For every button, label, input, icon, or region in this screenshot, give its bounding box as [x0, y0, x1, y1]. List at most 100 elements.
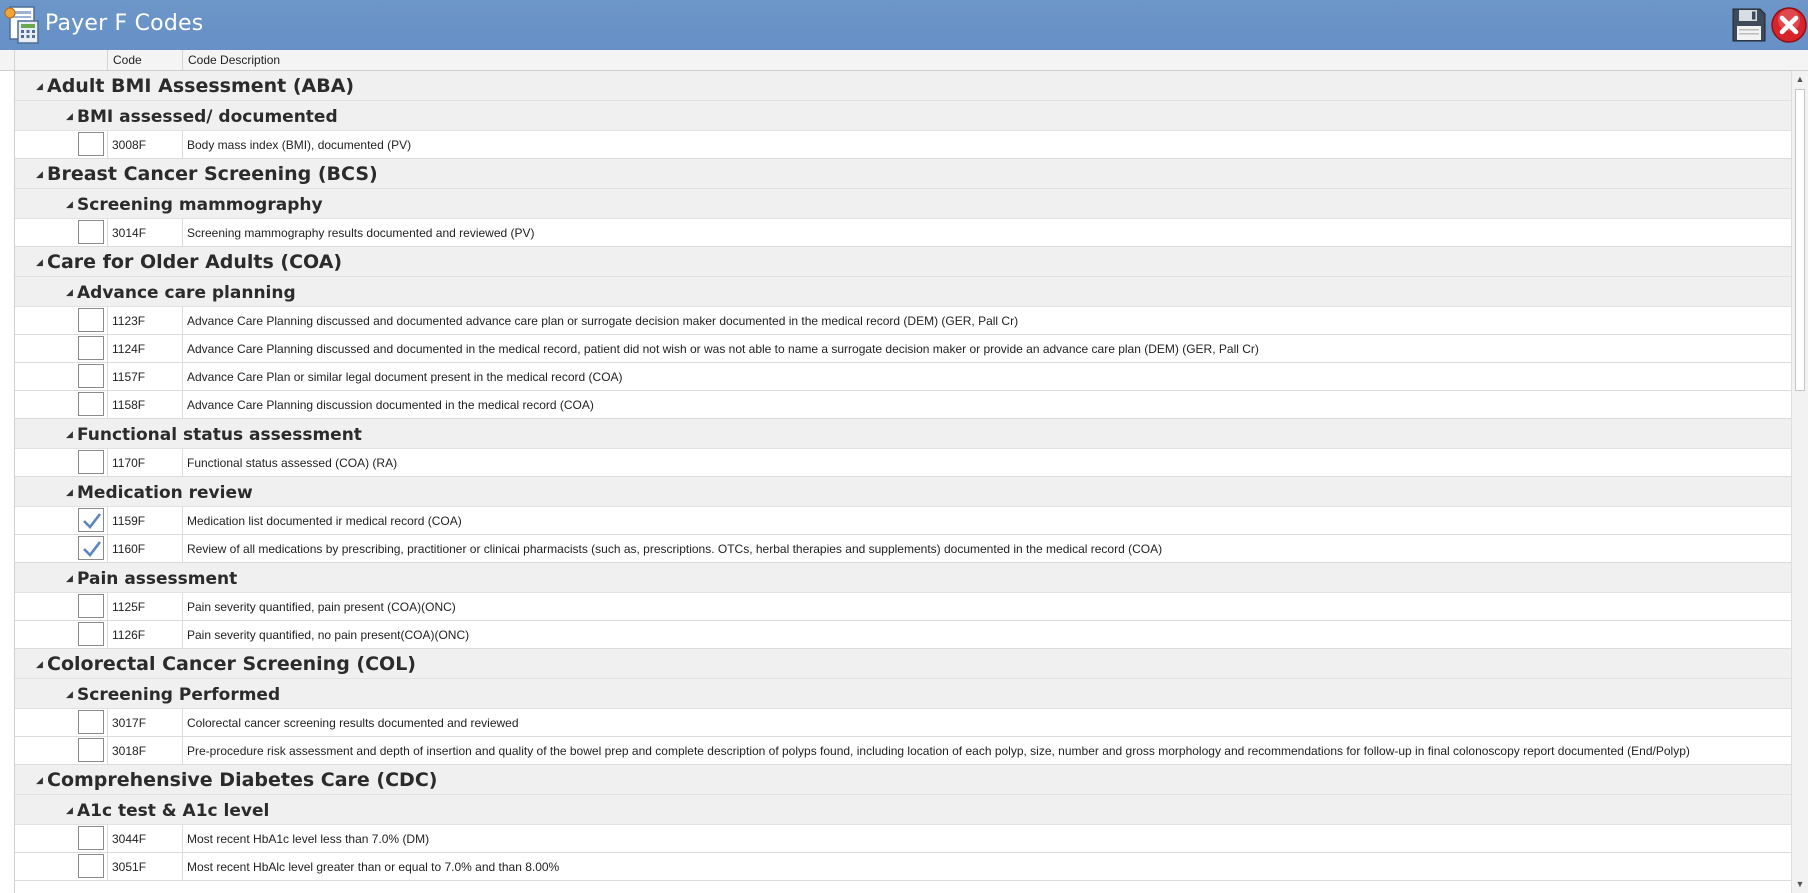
group-row[interactable]: ◢ Comprehensive Diabetes Care (CDC) [15, 765, 1791, 795]
grid-body: ◢ Adult BMI Assessment (ABA) ◢ BMI assessed… [0, 71, 1808, 893]
description-cell: Screening mammography results documented… [187, 226, 535, 240]
subgroup-label: Screening Performed [77, 685, 281, 705]
select-checkbox[interactable] [78, 536, 104, 560]
table-row[interactable]: 1159F Medication list documented ir medic… [15, 507, 1791, 535]
vertical-scrollbar[interactable]: ▲ ▼ [1791, 71, 1808, 893]
subgroup-label: Functional status assessment [77, 425, 362, 445]
code-cell: 1160F [108, 535, 183, 562]
group-label: Adult BMI Assessment (ABA) [47, 75, 355, 97]
subgroup-row[interactable]: ◢ Medication review [15, 477, 1791, 507]
collapse-triangle-icon[interactable]: ◢ [66, 429, 73, 440]
save-button[interactable] [1730, 6, 1768, 44]
checkbox-cell [77, 535, 108, 562]
select-checkbox[interactable] [78, 450, 104, 474]
subgroup-row[interactable]: ◢ A1c test & A1c level [15, 795, 1791, 825]
code-cell: 3044F [108, 825, 183, 852]
code-cell: 3051F [108, 853, 183, 880]
subgroup-row[interactable]: ◢ Functional status assessment [15, 419, 1791, 449]
table-row[interactable]: 1124F Advance Care Planning discussed and… [15, 335, 1791, 363]
description-cell: Advance Care Plan or similar legal docum… [187, 370, 623, 384]
subgroup-row[interactable]: ◢ Advance care planning [15, 277, 1791, 307]
select-checkbox[interactable] [78, 854, 104, 878]
table-row[interactable]: 3044F Most recent HbA1c level less than 7… [15, 825, 1791, 853]
checkbox-cell [77, 853, 108, 880]
checkbox-cell [77, 621, 108, 648]
collapse-triangle-icon[interactable]: ◢ [66, 487, 73, 498]
collapse-triangle-icon[interactable]: ◢ [66, 573, 73, 584]
collapse-triangle-icon[interactable]: ◢ [36, 169, 43, 180]
subgroup-row[interactable]: ◢ Pain assessment [15, 563, 1791, 593]
collapse-triangle-icon[interactable]: ◢ [66, 689, 73, 700]
header-code[interactable]: Code [108, 50, 183, 70]
checkbox-cell [77, 391, 108, 418]
table-row[interactable]: 1125F Pain severity quantified, pain pres… [15, 593, 1791, 621]
table-row[interactable]: 1170F Functional status assessed (COA) (R… [15, 449, 1791, 477]
select-checkbox[interactable] [78, 826, 104, 850]
select-checkbox[interactable] [78, 132, 104, 156]
checkbox-cell [77, 825, 108, 852]
code-cell: 3017F [108, 709, 183, 736]
code-cell: 1158F [108, 391, 183, 418]
select-checkbox[interactable] [78, 220, 104, 244]
code-cell: 3008F [108, 131, 183, 158]
collapse-triangle-icon[interactable]: ◢ [36, 81, 43, 92]
description-cell: Pain severity quantified, no pain presen… [187, 628, 470, 642]
description-cell: Most recent HbA1c level less than 7.0% (… [187, 832, 430, 846]
group-row[interactable]: ◢ Colorectal Cancer Screening (COL) [15, 649, 1791, 679]
table-row[interactable]: 3008F Body mass index (BMI), documented (… [15, 131, 1791, 159]
table-row[interactable]: 3017F Colorectal cancer screening results… [15, 709, 1791, 737]
table-row[interactable]: 1157F Advance Care Plan or similar legal … [15, 363, 1791, 391]
description-cell: Colorectal cancer screening results docu… [187, 716, 519, 730]
collapse-triangle-icon[interactable]: ◢ [36, 257, 43, 268]
scrollbar-thumb[interactable] [1795, 89, 1805, 391]
select-checkbox[interactable] [78, 710, 104, 734]
collapse-triangle-icon[interactable]: ◢ [66, 111, 73, 122]
scroll-up-arrow-icon[interactable]: ▲ [1792, 71, 1808, 87]
table-row[interactable]: 1158F Advance Care Planning discussion do… [15, 391, 1791, 419]
table-row[interactable]: 1123F Advance Care Planning discussed and… [15, 307, 1791, 335]
checkbox-cell [77, 737, 108, 764]
code-cell: 1159F [108, 507, 183, 534]
scroll-down-arrow-icon[interactable]: ▼ [1792, 876, 1808, 892]
subgroup-label: Pain assessment [77, 569, 238, 589]
group-label: Colorectal Cancer Screening (COL) [47, 653, 416, 675]
select-checkbox[interactable] [78, 336, 104, 360]
group-row[interactable]: ◢ Care for Older Adults (COA) [15, 247, 1791, 277]
table-row[interactable]: 1160F Review of all medications by prescr… [15, 535, 1791, 563]
collapse-triangle-icon[interactable]: ◢ [66, 287, 73, 298]
code-cell: 1157F [108, 363, 183, 390]
table-row[interactable]: 1126F Pain severity quantified, no pain p… [15, 621, 1791, 649]
collapse-triangle-icon[interactable]: ◢ [66, 805, 73, 816]
subgroup-row[interactable]: ◢ Screening Performed [15, 679, 1791, 709]
select-checkbox[interactable] [78, 508, 104, 532]
header-description[interactable]: Code Description [183, 50, 1791, 70]
table-row[interactable]: 3018F Pre-procedure risk assessment and d… [15, 737, 1791, 765]
close-button[interactable] [1770, 6, 1808, 44]
subgroup-row[interactable]: ◢ BMI assessed/ documented [15, 101, 1791, 131]
select-checkbox[interactable] [78, 392, 104, 416]
code-cell: 1123F [108, 307, 183, 334]
group-row[interactable]: ◢ Adult BMI Assessment (ABA) [15, 71, 1791, 101]
select-checkbox[interactable] [78, 364, 104, 388]
table-row[interactable]: 3051F Most recent HbAlc level greater tha… [15, 853, 1791, 881]
header-gutter [0, 50, 15, 70]
collapse-triangle-icon[interactable]: ◢ [36, 775, 43, 786]
select-checkbox[interactable] [78, 622, 104, 646]
subgroup-label: BMI assessed/ documented [77, 107, 338, 127]
table-row[interactable]: 3014F Screening mammography results docum… [15, 219, 1791, 247]
checkbox-cell [77, 219, 108, 246]
select-checkbox[interactable] [78, 308, 104, 332]
select-checkbox[interactable] [78, 738, 104, 762]
description-cell: Pre-procedure risk assessment and depth … [187, 744, 1690, 758]
group-row[interactable]: ◢ Breast Cancer Screening (BCS) [15, 159, 1791, 189]
select-checkbox[interactable] [78, 594, 104, 618]
subgroup-row[interactable]: ◢ Screening mammography [15, 189, 1791, 219]
collapse-triangle-icon[interactable]: ◢ [36, 659, 43, 670]
collapse-triangle-icon[interactable]: ◢ [66, 199, 73, 210]
row-indicator-gutter [0, 71, 15, 893]
code-cell: 3018F [108, 737, 183, 764]
code-cell: 1125F [108, 593, 183, 620]
description-cell: Functional status assessed (COA) (RA) [187, 456, 398, 470]
header-select-column[interactable] [15, 50, 108, 70]
checkbox-cell [77, 449, 108, 476]
